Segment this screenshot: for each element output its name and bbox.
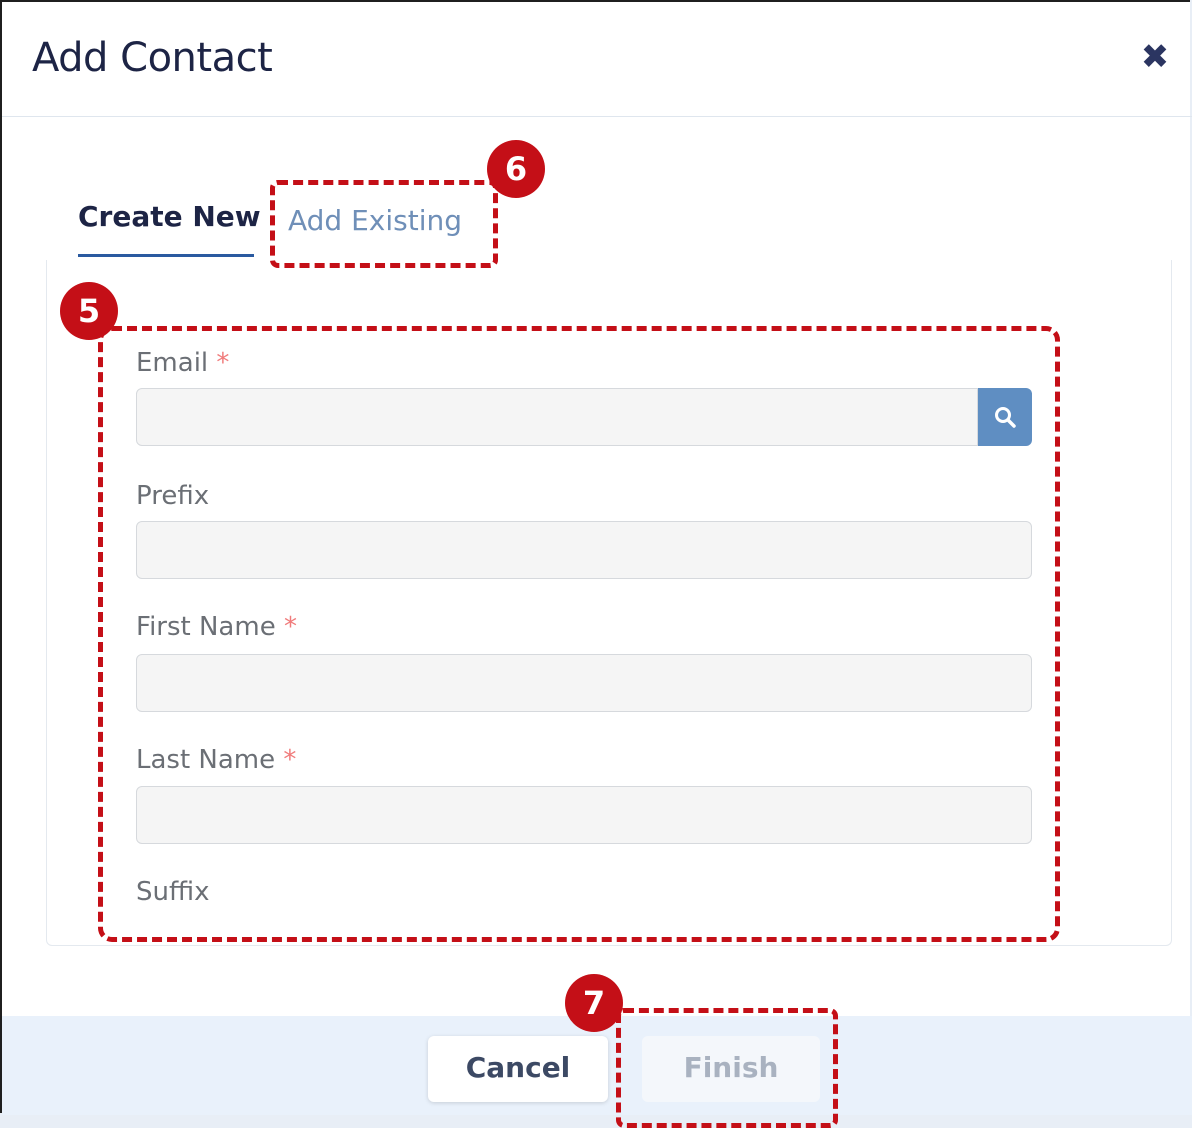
- tab-create-new[interactable]: Create New: [78, 200, 261, 233]
- finish-callout-box: [616, 1008, 838, 1128]
- callout-badge-7: 7: [565, 974, 623, 1032]
- cancel-button[interactable]: Cancel: [428, 1036, 608, 1102]
- callout-badge-5: 5: [60, 282, 118, 340]
- form-callout-box: [98, 326, 1060, 942]
- tab-callout-box: [270, 180, 498, 268]
- dialog-title: Add Contact: [32, 35, 273, 81]
- active-tab-indicator: [78, 254, 254, 257]
- callout-badge-6: 6: [487, 140, 545, 198]
- dialog-header: Add Contact ✖: [2, 2, 1192, 117]
- close-icon[interactable]: ✖: [1140, 40, 1170, 74]
